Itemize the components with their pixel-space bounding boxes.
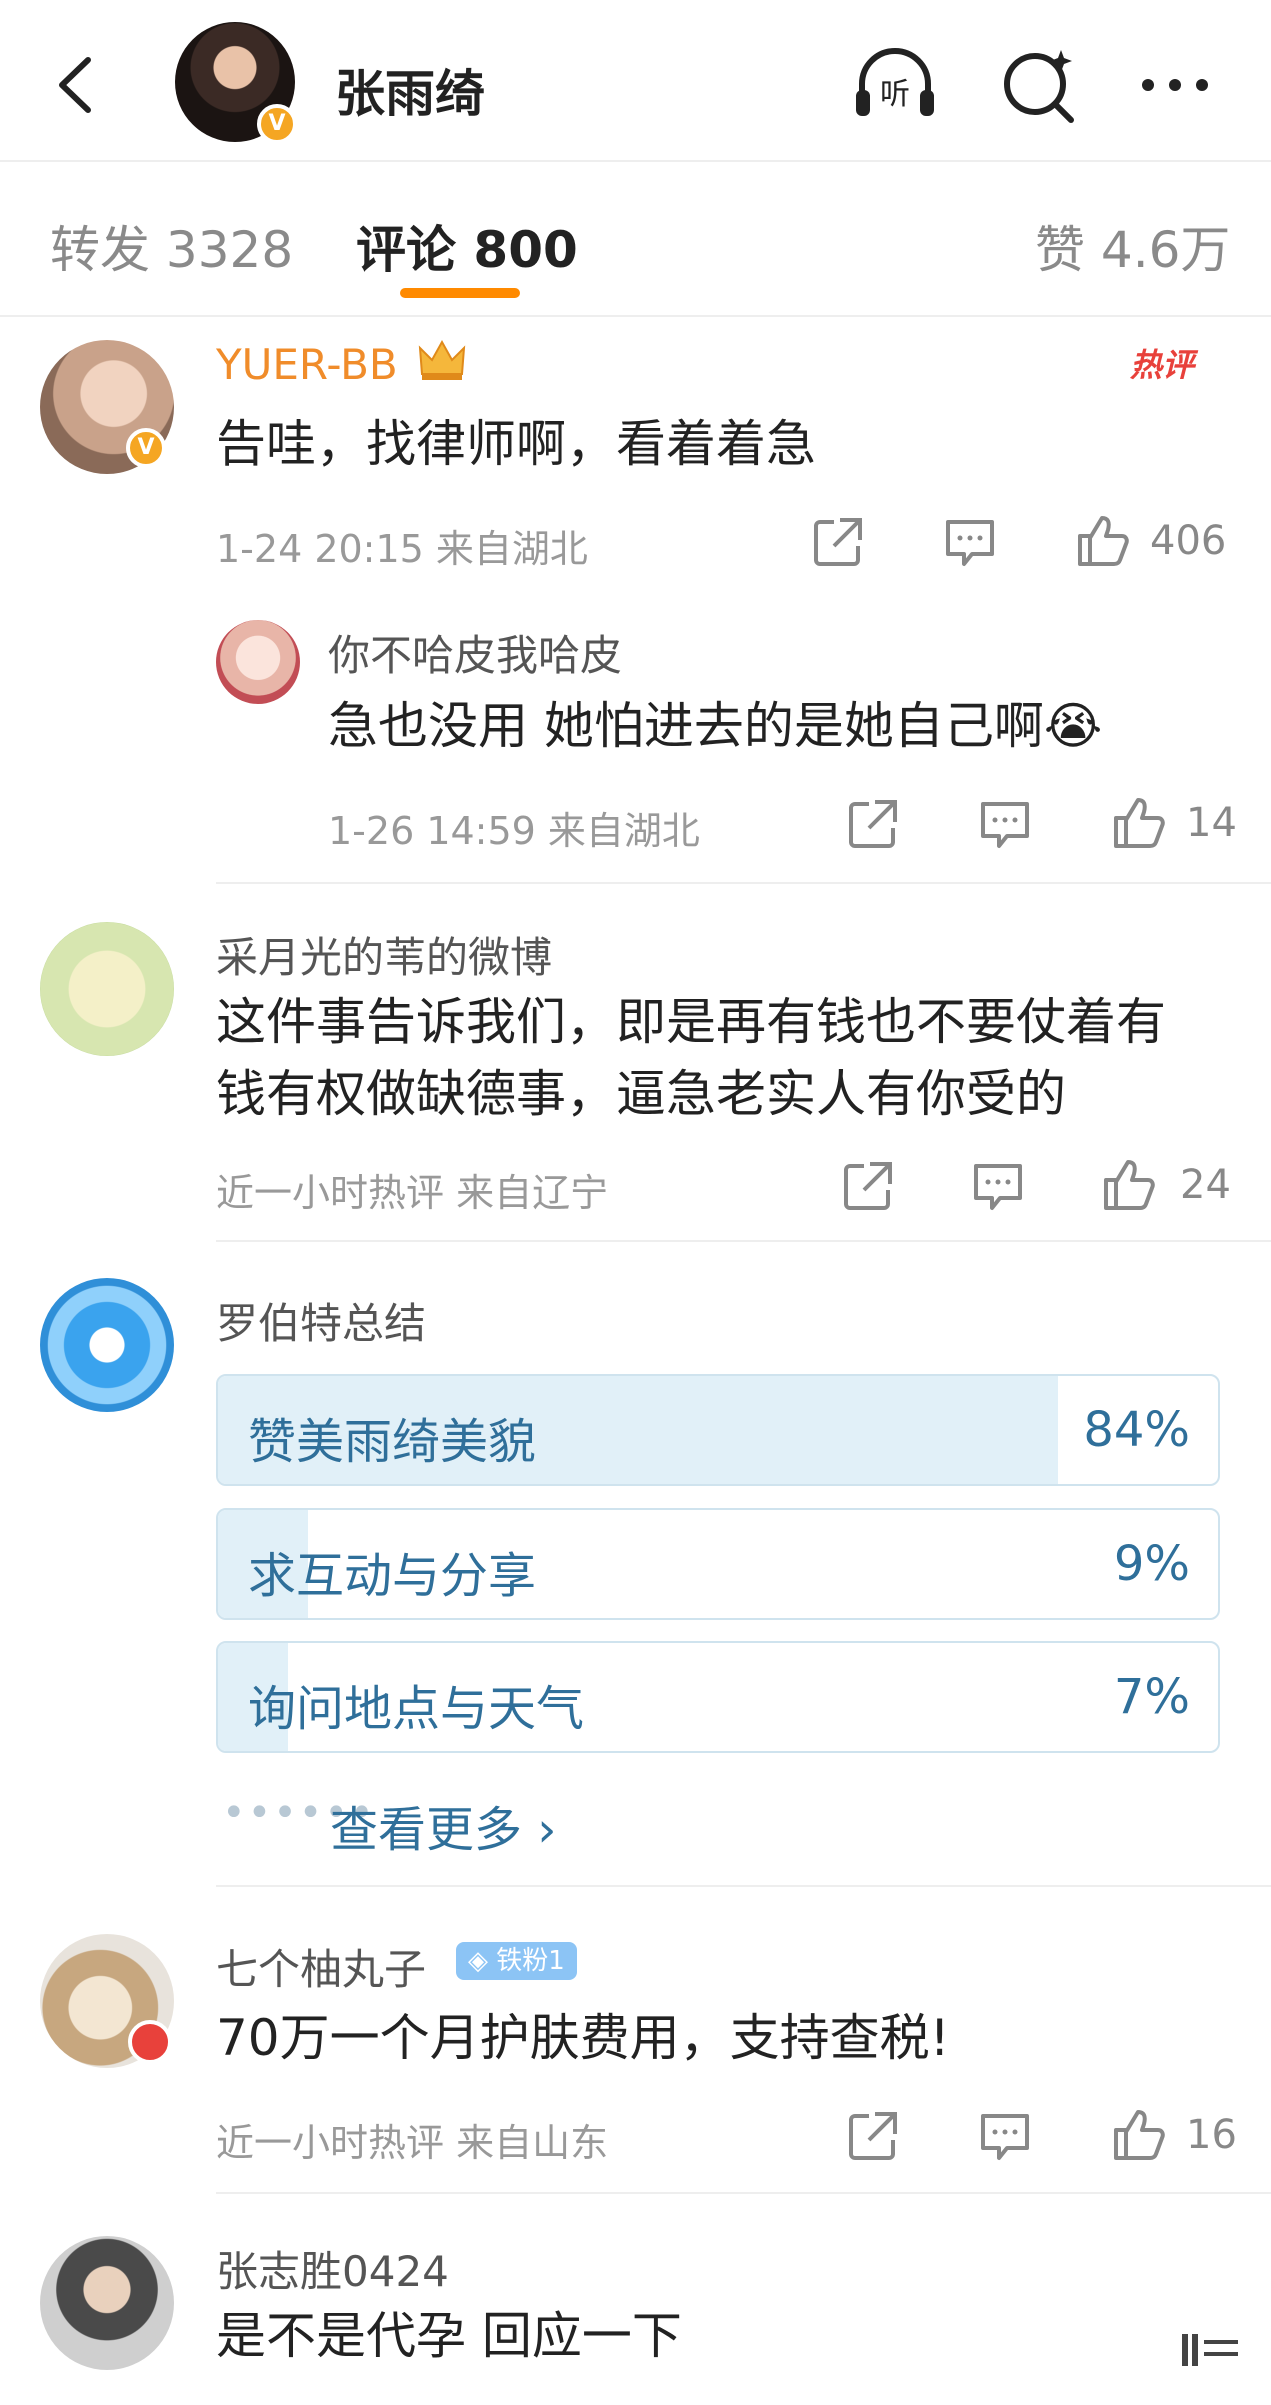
like-icon[interactable] <box>1110 2106 1166 2162</box>
fan-level-badge: ◈ 铁粉1 <box>456 1942 577 1980</box>
comment-icon[interactable] <box>977 796 1033 852</box>
poll-option-percent: 9% <box>1113 1536 1190 1592</box>
comment-text-line: 这件事告诉我们，即是再有钱也不要仗着有 <box>216 993 1166 1051</box>
poll-option[interactable]: 询问地点与天气 7% <box>216 1641 1220 1753</box>
poll-option-label: 询问地点与天气 <box>248 1681 585 1737</box>
comment-icon[interactable] <box>977 2108 1033 2164</box>
share-icon[interactable] <box>810 514 866 570</box>
author-name[interactable]: 张雨绮 <box>335 54 485 126</box>
comment-text: 70万一个月护肤费用，支持查税! <box>216 2009 950 2067</box>
tab-likes[interactable]: 赞 4.6万 <box>1035 210 1230 282</box>
comment-text-line: 钱有权做缺德事，逼急老实人有你受的 <box>216 1065 1066 1123</box>
tab-bar: 转发 3328 评论 800 赞 4.6万 <box>0 162 1271 317</box>
like-count: 16 <box>1186 2112 1237 2158</box>
like-count: 14 <box>1186 800 1237 846</box>
comment-username[interactable]: 张志胜0424 <box>216 2238 449 2299</box>
verified-badge: V <box>257 104 297 144</box>
like-icon[interactable] <box>1100 1156 1156 1212</box>
divider <box>216 1240 1271 1242</box>
like-count: 24 <box>1180 1162 1231 1208</box>
listen-icon[interactable]: 听 <box>850 40 940 130</box>
crown-icon <box>418 339 466 380</box>
comment-icon[interactable] <box>942 514 998 570</box>
poll-option-percent: 7% <box>1113 1669 1190 1725</box>
comment-meta: 近一小时热评 来自辽宁 <box>216 1171 609 1215</box>
svg-text:听: 听 <box>880 77 910 112</box>
reply-avatar[interactable] <box>216 620 300 704</box>
comment-username[interactable]: YUER-BB <box>216 340 398 389</box>
poll-option-label: 赞美雨绮美貌 <box>248 1414 537 1470</box>
like-icon[interactable] <box>1110 794 1166 850</box>
share-icon[interactable] <box>845 2108 901 2164</box>
comment-meta: 近一小时热评 来自山东 <box>216 2121 609 2165</box>
like-icon[interactable] <box>1074 512 1130 568</box>
comment-username[interactable]: 七个柚丸子 <box>216 1936 426 1997</box>
reply-meta: 1-26 14:59 来自湖北 <box>328 809 700 853</box>
comment-meta: 1-24 20:15 来自湖北 <box>216 527 588 571</box>
poll-option-label: 求互动与分享 <box>248 1548 537 1604</box>
reply-username[interactable]: 你不哈皮我哈皮 <box>328 622 622 683</box>
back-icon[interactable] <box>48 50 108 120</box>
active-tab-indicator <box>400 288 520 298</box>
comment-text: 告哇，找律师啊，看着着急 <box>216 415 816 473</box>
see-more-link[interactable]: 查看更多 › <box>330 1790 556 1860</box>
comment-icon[interactable] <box>970 1158 1026 1214</box>
poll-option[interactable]: 赞美雨绮美貌 84% <box>216 1374 1220 1486</box>
avatar[interactable] <box>40 922 174 1056</box>
tab-comments[interactable]: 评论 800 <box>356 210 578 282</box>
top-bar: V 张雨绮 听 <box>0 0 1271 162</box>
reply-text: 急也没用 她怕进去的是她自己啊😭 <box>328 697 1103 755</box>
divider <box>216 882 1271 884</box>
hot-comment-tag: 热评 <box>1130 346 1195 384</box>
divider <box>216 2192 1271 2194</box>
author-avatar[interactable]: V <box>175 22 297 144</box>
divider <box>216 1885 1271 1887</box>
poll-option[interactable]: 求互动与分享 9% <box>216 1508 1220 1620</box>
comment-username[interactable]: 采月光的苇的微博 <box>216 924 552 985</box>
poll-title: 罗伯特总结 <box>216 1299 427 1348</box>
poll-option-percent: 84% <box>1083 1402 1190 1458</box>
avatar[interactable] <box>40 2236 174 2370</box>
search-icon[interactable] <box>995 40 1085 130</box>
verified-badge: V <box>126 428 166 468</box>
bot-avatar[interactable] <box>40 1278 174 1412</box>
fan-club-badge-icon <box>128 2020 172 2064</box>
more-icon[interactable] <box>1130 40 1220 130</box>
watermark-icon <box>1182 2334 1238 2366</box>
comment-text: 是不是代孕 回应一下 <box>216 2307 682 2365</box>
like-count: 406 <box>1150 518 1227 564</box>
tab-repost[interactable]: 转发 3328 <box>50 210 293 282</box>
share-icon[interactable] <box>845 796 901 852</box>
share-icon[interactable] <box>840 1158 896 1214</box>
